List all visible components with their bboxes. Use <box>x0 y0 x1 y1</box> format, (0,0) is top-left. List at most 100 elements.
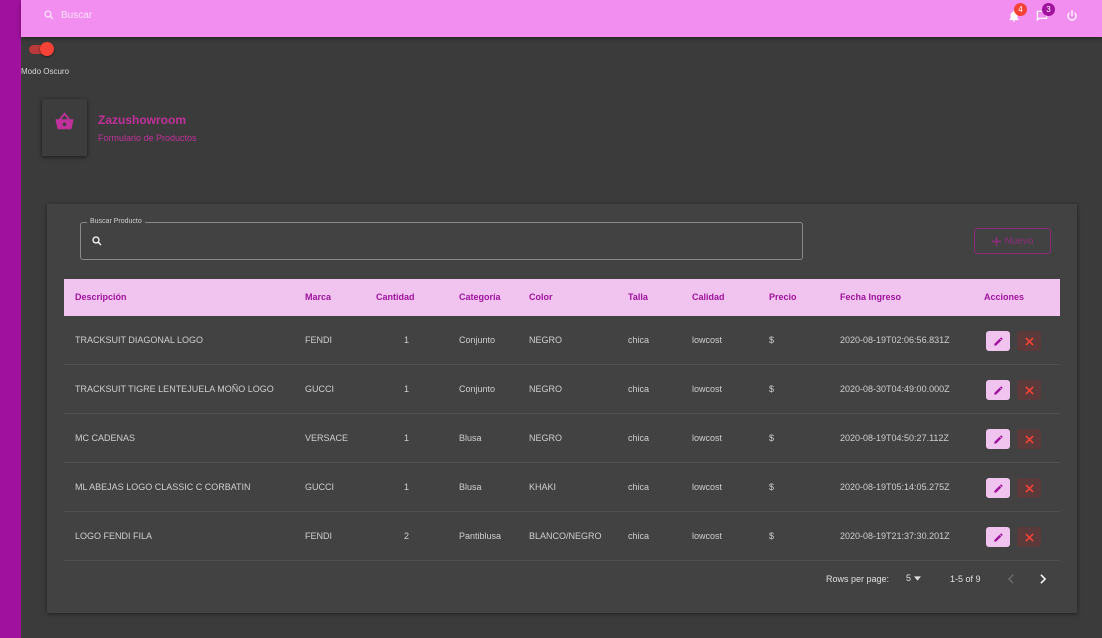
cell-cantidad: 1 <box>404 335 410 345</box>
cell-talla: chica <box>628 433 650 443</box>
delete-button[interactable] <box>1017 331 1041 351</box>
close-icon <box>1024 532 1034 542</box>
col-acciones: Acciones <box>984 292 1025 302</box>
cell-fecha: 2020-08-19T21:37:30.201Z <box>840 531 950 541</box>
delete-button[interactable] <box>1017 527 1041 547</box>
page-title: Zazushowroom <box>98 113 187 127</box>
table-row: TRACKSUIT DIAGONAL LOGO FENDI 1 Conjunto NEG… <box>64 316 1060 365</box>
cell-cantidad: 1 <box>404 482 410 492</box>
cell-cantidad: 2 <box>404 531 410 541</box>
table-row: LOGO FENDI FILA FENDI 2 Pantiblusa BLANCO/NE… <box>64 512 1060 561</box>
page-subtitle: Formulario de Productos <box>98 133 197 143</box>
col-fecha-ingreso[interactable]: Fecha Ingreso <box>840 279 901 316</box>
cell-cantidad: 1 <box>404 433 410 443</box>
cell-descripcion: MC CADENAS <box>75 433 136 443</box>
delete-button[interactable] <box>1017 429 1041 449</box>
cell-categoria: Pantiblusa <box>459 531 502 541</box>
toggle-thumb[interactable] <box>40 42 54 56</box>
cell-talla: chica <box>628 384 650 394</box>
dark-mode-label: Modo Oscuro <box>21 67 70 76</box>
cell-color: NEGRO <box>529 335 563 345</box>
cell-precio: $ <box>769 433 775 443</box>
cell-calidad: lowcost <box>692 335 723 345</box>
col-calidad[interactable]: Calidad <box>692 279 725 316</box>
close-icon <box>1024 483 1034 493</box>
product-search-legend: Buscar Producto <box>87 218 145 225</box>
table-header: Descripción Marca Cantidad Categoría Col… <box>64 279 1060 316</box>
chevron-right-icon <box>1040 574 1047 584</box>
col-descripcion[interactable]: Descripción <box>75 279 127 316</box>
close-icon <box>1024 434 1034 444</box>
new-product-button[interactable]: Nuevo <box>974 228 1051 254</box>
cell-descripcion: TRACKSUIT DIAGONAL LOGO <box>75 335 204 345</box>
delete-button[interactable] <box>1017 380 1041 400</box>
cell-talla: chica <box>628 482 650 492</box>
table-row: TRACKSUIT TIGRE LENTEJUELA MOÑO LOGO GUCC… <box>64 365 1060 414</box>
edit-button[interactable] <box>986 478 1010 498</box>
cell-calidad: lowcost <box>692 433 723 443</box>
cell-marca: FENDI <box>305 335 332 345</box>
cell-fecha: 2020-08-19T05:14:05.275Z <box>840 482 950 492</box>
cell-precio: $ <box>769 482 775 492</box>
col-cantidad[interactable]: Cantidad <box>376 279 415 316</box>
edit-button[interactable] <box>986 331 1010 351</box>
cell-color: NEGRO <box>529 433 563 443</box>
cell-categoria: Conjunto <box>459 335 496 345</box>
cell-calidad: lowcost <box>692 482 723 492</box>
power-icon[interactable] <box>1065 9 1079 23</box>
cell-descripcion: LOGO FENDI FILA <box>75 531 153 541</box>
cell-precio: $ <box>769 335 775 345</box>
col-marca[interactable]: Marca <box>305 279 331 316</box>
cell-color: BLANCO/NEGRO <box>529 531 602 541</box>
cell-fecha: 2020-08-30T04:49:00.000Z <box>840 384 950 394</box>
col-categoria[interactable]: Categoría <box>459 279 501 316</box>
top-search-input[interactable] <box>61 8 261 22</box>
product-search-input[interactable] <box>110 232 790 250</box>
previous-page-button[interactable] <box>1004 572 1018 586</box>
cell-fecha: 2020-08-19T02:06:56.831Z <box>840 335 950 345</box>
side-strip <box>0 0 21 638</box>
cell-marca: GUCCI <box>305 482 334 492</box>
search-icon <box>92 236 102 246</box>
cell-categoria: Blusa <box>459 433 482 443</box>
rows-per-page-select[interactable]: 5 <box>906 573 922 583</box>
pencil-icon <box>993 434 1003 444</box>
table-row: ML ABEJAS LOGO CLASSIC C CORBATIN GUCCI 1 B… <box>64 463 1060 512</box>
pencil-icon <box>993 483 1003 493</box>
cell-descripcion: TRACKSUIT TIGRE LENTEJUELA MOÑO LOGO <box>75 384 274 394</box>
cell-descripcion: ML ABEJAS LOGO CLASSIC C CORBATIN <box>75 482 251 492</box>
cell-fecha: 2020-08-19T04:50:27.112Z <box>840 433 949 443</box>
edit-button[interactable] <box>986 380 1010 400</box>
cell-precio: $ <box>769 531 775 541</box>
cell-marca: FENDI <box>305 531 332 541</box>
close-icon <box>1024 385 1034 395</box>
close-icon <box>1024 336 1034 346</box>
col-precio[interactable]: Precio <box>769 279 797 316</box>
pencil-icon <box>993 336 1003 346</box>
next-page-button[interactable] <box>1036 572 1050 586</box>
cell-marca: VERSACE <box>305 433 349 443</box>
delete-button[interactable] <box>1017 478 1041 498</box>
cell-color: KHAKI <box>529 482 557 492</box>
pagination-range: 1-5 of 9 <box>950 574 981 584</box>
col-color[interactable]: Color <box>529 279 553 316</box>
new-product-label: Nuevo <box>1004 235 1034 247</box>
col-talla[interactable]: Talla <box>628 279 648 316</box>
cell-talla: chica <box>628 335 650 345</box>
cell-color: NEGRO <box>529 384 563 394</box>
cell-marca: GUCCI <box>305 384 334 394</box>
cell-calidad: lowcost <box>692 384 723 394</box>
cell-talla: chica <box>628 531 650 541</box>
chevron-left-icon <box>1007 574 1014 584</box>
cell-cantidad: 1 <box>404 384 410 394</box>
cell-calidad: lowcost <box>692 531 723 541</box>
pencil-icon <box>993 532 1003 542</box>
edit-button[interactable] <box>986 527 1010 547</box>
table-row: MC CADENAS VERSACE 1 Blusa NEGRO chica lowcost… <box>64 414 1060 463</box>
plus-icon <box>991 236 1001 246</box>
search-icon <box>44 10 54 20</box>
rows-per-page-value: 5 <box>906 573 912 583</box>
top-app-bar: 4 3 <box>21 0 1102 37</box>
cell-categoria: Blusa <box>459 482 482 492</box>
edit-button[interactable] <box>986 429 1010 449</box>
